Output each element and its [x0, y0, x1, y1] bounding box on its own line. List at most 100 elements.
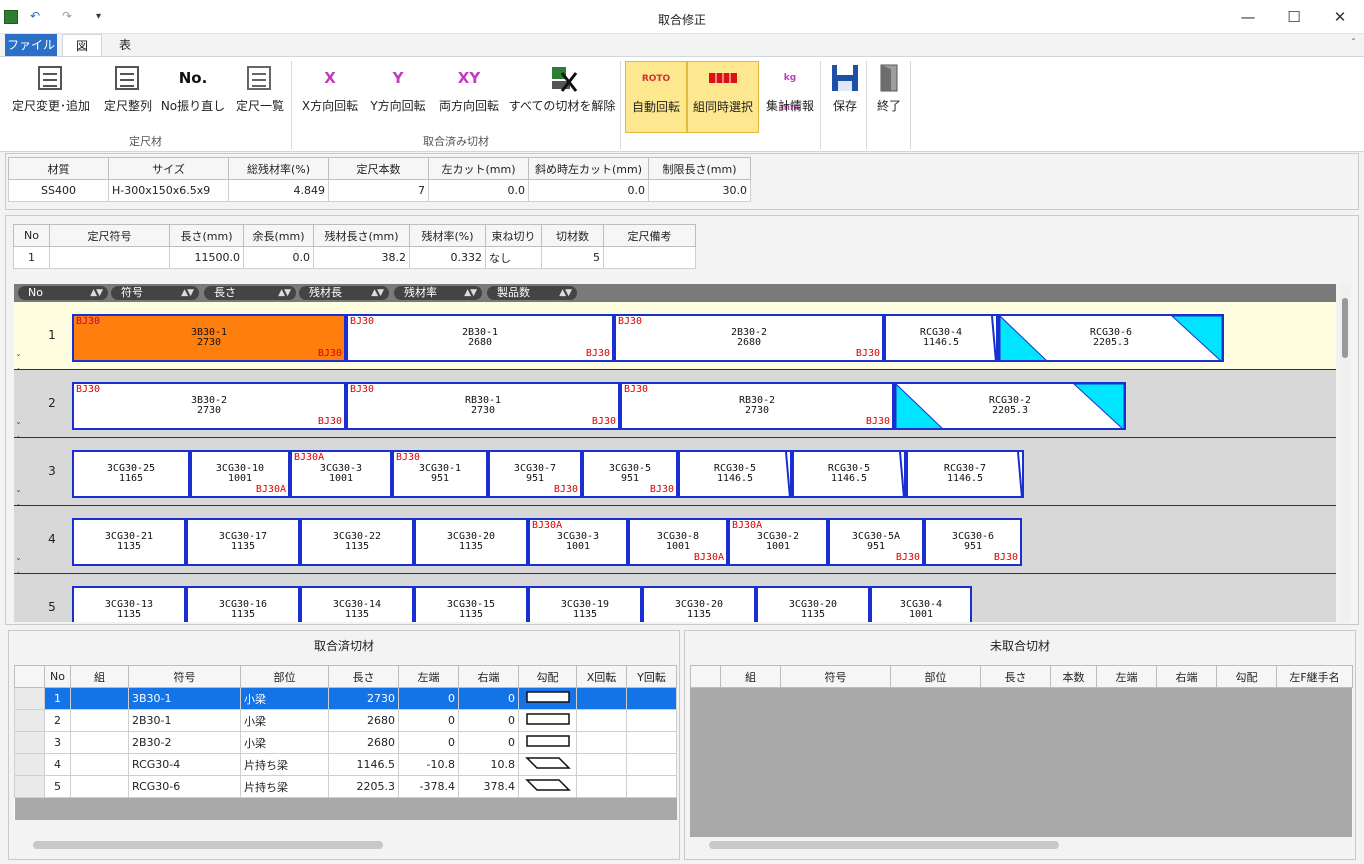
auto-rotate-button[interactable]: ROTO 自動回転: [625, 61, 687, 133]
unplaced-header[interactable]: 本数: [1050, 665, 1097, 688]
table-row[interactable]: 3 2B30-2 小梁 2680 0 0: [14, 731, 677, 754]
sort-button[interactable]: 残材率 ▲▼: [394, 286, 482, 300]
placed-header[interactable]: 部位: [240, 665, 329, 688]
cut-piece[interactable]: 3CG30-22 1135: [300, 518, 414, 566]
cut-piece[interactable]: 3CG30-3 1001 BJ30A: [528, 518, 628, 566]
unplaced-header[interactable]: 部位: [890, 665, 981, 688]
stock-list-button[interactable]: 定尺一覧: [232, 61, 288, 133]
material-header[interactable]: 左カット(mm): [428, 157, 529, 180]
chevron-up-icon[interactable]: ˆ: [16, 368, 21, 379]
tab-table[interactable]: 表: [108, 34, 142, 56]
unplaced-header[interactable]: 勾配: [1216, 665, 1277, 688]
cut-piece[interactable]: RCG30-5 1146.5: [792, 450, 906, 498]
unplaced-header[interactable]: [690, 665, 721, 688]
x-rotate-cell[interactable]: [576, 753, 627, 776]
tab-figure[interactable]: 図: [62, 34, 102, 56]
stock-row[interactable]: 4 ˆ ˇ 3CG30-21 1135 3CG30-17 1135 3CG30-22 1135 3…: [14, 504, 1336, 574]
cut-piece[interactable]: 3CG30-10 1001 BJ30A: [190, 450, 290, 498]
edit-stock-button[interactable]: 定尺変更･追加: [8, 61, 94, 133]
x-rotate-cell[interactable]: [576, 687, 627, 710]
stock-header[interactable]: No: [13, 224, 50, 247]
layout-scrollbar[interactable]: [1340, 284, 1350, 622]
placed-header[interactable]: 右端: [458, 665, 519, 688]
cut-piece[interactable]: 3CG30-1 951 BJ30: [392, 450, 488, 498]
group-select-button[interactable]: 組同時選択: [687, 61, 759, 133]
sort-stock-button[interactable]: 定尺整列: [100, 61, 156, 133]
table-row[interactable]: 1 3B30-1 小梁 2730 0 0: [14, 687, 677, 710]
ribbon-collapse-icon[interactable]: ˆ: [1351, 38, 1356, 49]
release-all-button[interactable]: すべての切材を解除: [508, 61, 616, 133]
y-rotate-cell[interactable]: [626, 731, 677, 754]
sort-button[interactable]: 残材長 ▲▼: [299, 286, 389, 300]
cut-piece[interactable]: 3CG30-2 1001 BJ30A: [728, 518, 828, 566]
cut-piece[interactable]: 3CG30-7 951 BJ30: [488, 450, 582, 498]
cut-piece[interactable]: 3CG30-16 1135: [186, 586, 300, 622]
placed-header[interactable]: X回転: [576, 665, 627, 688]
chevron-up-icon[interactable]: ˆ: [16, 302, 21, 311]
cut-piece[interactable]: 3CG30-15 1135: [414, 586, 528, 622]
unplaced-header[interactable]: 左端: [1096, 665, 1157, 688]
cut-piece[interactable]: 3CG30-5 951 BJ30: [582, 450, 678, 498]
cut-piece[interactable]: RCG30-7 1146.5: [906, 450, 1024, 498]
cut-piece[interactable]: 3CG30-5A 951 BJ30: [828, 518, 924, 566]
placed-header[interactable]: 長さ: [328, 665, 399, 688]
unplaced-header[interactable]: 左F継手名: [1276, 665, 1353, 688]
chevron-up-icon[interactable]: ˆ: [16, 504, 21, 515]
cut-piece[interactable]: 3CG30-19 1135: [528, 586, 642, 622]
placed-header[interactable]: 勾配: [518, 665, 577, 688]
maximize-button[interactable]: ☐: [1282, 6, 1306, 28]
stock-header[interactable]: 残材長さ(mm): [313, 224, 410, 247]
cut-piece[interactable]: 3B30-1 2730 BJ30 BJ30: [72, 314, 346, 362]
tab-file[interactable]: ファイル: [5, 34, 57, 56]
chevron-down-icon[interactable]: ˇ: [16, 558, 21, 569]
cut-piece[interactable]: RB30-1 2730 BJ30 BJ30: [346, 382, 620, 430]
material-header[interactable]: 斜め時左カット(mm): [528, 157, 649, 180]
y-rotate-cell[interactable]: [626, 775, 677, 798]
material-header[interactable]: 定尺本数: [328, 157, 429, 180]
exit-button[interactable]: 終了: [868, 61, 910, 133]
stock-header[interactable]: 切材数: [541, 224, 604, 247]
material-header[interactable]: サイズ: [108, 157, 229, 180]
cut-piece[interactable]: 3CG30-8 1001 BJ30A: [628, 518, 728, 566]
stock-row[interactable]: 2 ˆ ˇ 3B30-2 2730 BJ30 BJ30 RB30-1 2730 BJ30 BJ30 R…: [14, 368, 1336, 438]
summary-button[interactable]: kg mm 集計情報: [762, 61, 818, 133]
placed-header[interactable]: Y回転: [626, 665, 677, 688]
sort-button[interactable]: No ▲▼: [18, 286, 108, 300]
unplaced-header[interactable]: 長さ: [980, 665, 1051, 688]
stock-header[interactable]: 残材率(%): [409, 224, 486, 247]
rotate-y-button[interactable]: Y Y方向回転: [366, 61, 430, 133]
chevron-down-icon[interactable]: ˇ: [16, 354, 21, 365]
cut-piece[interactable]: 3CG30-6 951 BJ30: [924, 518, 1022, 566]
stock-header[interactable]: 定尺符号: [49, 224, 170, 247]
x-rotate-cell[interactable]: [576, 709, 627, 732]
cut-piece[interactable]: 3CG30-14 1135: [300, 586, 414, 622]
stock-row[interactable]: 5ˆˇ3CG30-1311353CG30-1611353CG30-1411353…: [14, 572, 1336, 622]
cut-piece[interactable]: 3CG30-3 1001 BJ30A: [290, 450, 392, 498]
stock-row[interactable]: 3 ˆ ˇ 3CG30-25 1165 3CG30-10 1001 BJ30A 3CG30-3 1…: [14, 436, 1336, 506]
rotate-xy-button[interactable]: XY 両方向回転: [434, 61, 504, 133]
close-button[interactable]: ✕: [1328, 6, 1352, 28]
placed-grid-hscroll[interactable]: [33, 841, 383, 849]
stock-row[interactable]: 1 ˆ ˇ 3B30-1 2730 BJ30 BJ30 2B30-1 2680 BJ30 BJ30 2…: [14, 302, 1336, 370]
y-rotate-cell[interactable]: [626, 753, 677, 776]
cut-piece[interactable]: 3B30-2 2730 BJ30 BJ30: [72, 382, 346, 430]
table-row[interactable]: 5 RCG30-6 片持ち梁 2205.3 -378.4 378.4: [14, 775, 677, 798]
placed-header[interactable]: 符号: [128, 665, 241, 688]
placed-header[interactable]: 左端: [398, 665, 459, 688]
y-rotate-cell[interactable]: [626, 709, 677, 732]
stock-header[interactable]: 長さ(mm): [169, 224, 244, 247]
rotate-x-button[interactable]: X X方向回転: [298, 61, 362, 133]
sort-button[interactable]: 符号 ▲▼: [111, 286, 199, 300]
material-header[interactable]: 制限長さ(mm): [648, 157, 751, 180]
minimize-button[interactable]: —: [1236, 6, 1260, 28]
cut-piece[interactable]: 3CG30-21 1135: [72, 518, 186, 566]
renumber-button[interactable]: No. No振り直し: [160, 61, 226, 133]
stock-header[interactable]: 余長(mm): [243, 224, 314, 247]
cut-piece[interactable]: RCG30-5 1146.5: [678, 450, 792, 498]
cut-piece[interactable]: 3CG30-25 1165: [72, 450, 190, 498]
placed-header[interactable]: No: [44, 665, 71, 688]
chevron-down-icon[interactable]: ˇ: [16, 490, 21, 501]
unplaced-grid-hscroll[interactable]: [709, 841, 1059, 849]
row-selector[interactable]: [14, 753, 45, 776]
unplaced-header[interactable]: 右端: [1156, 665, 1217, 688]
